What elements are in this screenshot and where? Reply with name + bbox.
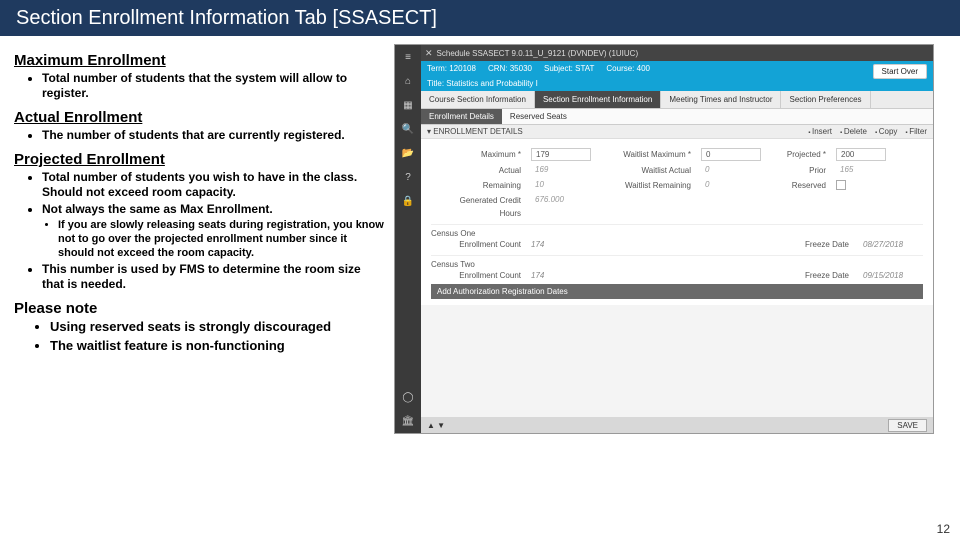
tab-section-preferences[interactable]: Section Preferences — [781, 91, 870, 108]
waitlist-max-field[interactable]: 0 — [701, 148, 761, 161]
delete-button[interactable]: Delete — [840, 127, 867, 136]
actual-enrollment-heading: Actual Enrollment — [14, 109, 384, 126]
waitlist-actual-value: 0 — [701, 164, 761, 176]
term-label: Term: 120108 — [427, 64, 476, 73]
search-icon[interactable]: 🔍 — [395, 117, 421, 141]
footer-nav-arrows[interactable]: ▲ ▼ — [427, 421, 445, 430]
slide-title: Section Enrollment Information Tab [SSAS… — [16, 7, 437, 30]
prior-label: Prior — [771, 166, 826, 175]
grid-icon[interactable]: ▦ — [395, 93, 421, 117]
section-title: ▾ ENROLLMENT DETAILS — [427, 127, 523, 136]
reserved-label: Reserved — [771, 181, 826, 190]
subtab-reserved-seats[interactable]: Reserved Seats — [502, 109, 575, 124]
institution-icon[interactable]: 🏛 — [395, 409, 421, 433]
census1-freeze-value: 08/27/2018 — [863, 240, 923, 249]
right-screenshot-column: ≡ ⌂ ▦ 🔍 📂 ? 🔒 ◯ 🏛 ✕ Schedule SSASECT 9.0… — [394, 44, 946, 434]
projected-sub-bullet: If you are slowly releasing seats during… — [58, 219, 384, 260]
waitlist-actual-label: Waitlist Actual — [601, 166, 691, 175]
start-over-button[interactable]: Start Over — [873, 64, 927, 79]
app-body: ≡ ⌂ ▦ 🔍 📂 ? 🔒 ◯ 🏛 ✕ Schedule SSASECT 9.0… — [395, 45, 933, 433]
projected-enrollment-heading: Projected Enrollment — [14, 151, 384, 168]
key-block: Term: 120108 CRN: 35030 Subject: STAT Co… — [421, 61, 933, 91]
please-note-heading: Please note — [14, 300, 384, 317]
course-label: Course: 400 — [606, 64, 650, 73]
slide-title-bar: Section Enrollment Information Tab [SSAS… — [0, 0, 960, 36]
waitlist-max-label: Waitlist Maximum * — [601, 150, 691, 159]
projected-field[interactable]: 200 — [836, 148, 886, 161]
nav-spacer — [395, 213, 421, 385]
close-tab-icon[interactable]: ✕ — [425, 48, 433, 59]
help-icon[interactable]: ? — [395, 165, 421, 189]
census1-freeze-label: Freeze Date — [779, 240, 849, 249]
tab-section-enrollment-info[interactable]: Section Enrollment Information — [535, 91, 661, 108]
crn-label: CRN: 35030 — [488, 64, 532, 73]
subject-label: Subject: STAT — [544, 64, 594, 73]
menu-icon[interactable]: ≡ — [395, 45, 421, 69]
census-one-heading: Census One — [431, 224, 923, 238]
content-row: Maximum Enrollment Total number of stude… — [0, 36, 960, 434]
folder-icon[interactable]: 📂 — [395, 141, 421, 165]
projected-bullet-1: Total number of students you wish to hav… — [42, 170, 384, 200]
home-icon[interactable]: ⌂ — [395, 69, 421, 93]
waitlist-remaining-value: 0 — [701, 179, 761, 191]
prior-value: 165 — [836, 164, 886, 176]
sub-tabs: Enrollment Details Reserved Seats — [421, 109, 933, 125]
title-label: Title: Statistics and Probability I — [427, 79, 927, 88]
left-nav-rail: ≡ ⌂ ▦ 🔍 📂 ? 🔒 ◯ 🏛 — [395, 45, 421, 433]
census1-count-label: Enrollment Count — [431, 240, 521, 249]
left-text-column: Maximum Enrollment Total number of stude… — [14, 44, 384, 434]
page-tabs: Course Section Information Section Enrol… — [421, 91, 933, 109]
tab-meeting-times[interactable]: Meeting Times and Instructor — [661, 91, 781, 108]
actual-label: Actual — [431, 166, 521, 175]
generated-credit-label: Generated Credit — [431, 196, 521, 205]
filter-button[interactable]: Filter — [905, 127, 927, 136]
app-footer: ▲ ▼ SAVE — [421, 417, 933, 433]
reserved-checkbox[interactable] — [836, 180, 846, 190]
slide-page-number: 12 — [937, 522, 950, 536]
note-bullet-2: The waitlist feature is non-functioning — [50, 338, 384, 354]
banner-app-window: ≡ ⌂ ▦ 🔍 📂 ? 🔒 ◯ 🏛 ✕ Schedule SSASECT 9.0… — [394, 44, 934, 434]
census2-freeze-value: 09/15/2018 — [863, 271, 923, 280]
lock-icon[interactable]: 🔒 — [395, 189, 421, 213]
toolbar-actions: Insert Delete Copy Filter — [808, 127, 927, 136]
window-tabstrip: ✕ Schedule SSASECT 9.0.11_U_9121 (DVNDEV… — [421, 45, 933, 61]
remaining-label: Remaining — [431, 181, 521, 190]
maximum-field[interactable]: 179 — [531, 148, 591, 161]
maximum-label: Maximum * — [431, 150, 521, 159]
remaining-value: 10 — [531, 179, 591, 191]
generated-credit-value: 676.000 — [531, 194, 601, 206]
census2-count-value: 174 — [531, 271, 591, 280]
census2-count-label: Enrollment Count — [431, 271, 521, 280]
actual-value: 169 — [531, 164, 591, 176]
note-bullet-1: Using reserved seats is strongly discour… — [50, 319, 384, 335]
waitlist-remaining-label: Waitlist Remaining — [601, 181, 691, 190]
insert-button[interactable]: Insert — [808, 127, 832, 136]
subtab-enrollment-details[interactable]: Enrollment Details — [421, 109, 502, 124]
census1-count-value: 174 — [531, 240, 591, 249]
window-tab-title: Schedule SSASECT 9.0.11_U_9121 (DVNDEV) … — [437, 49, 639, 58]
census-two-heading: Census Two — [431, 255, 923, 269]
app-main: ✕ Schedule SSASECT 9.0.11_U_9121 (DVNDEV… — [421, 45, 933, 433]
tab-course-section-info[interactable]: Course Section Information — [421, 91, 535, 108]
copy-button[interactable]: Copy — [875, 127, 897, 136]
user-icon[interactable]: ◯ — [395, 385, 421, 409]
add-auth-dates-bar[interactable]: Add Authorization Registration Dates — [431, 284, 923, 299]
projected-bullet-2: Not always the same as Max Enrollment. — [42, 202, 384, 217]
save-button[interactable]: SAVE — [888, 419, 927, 432]
max-enrollment-bullet: Total number of students that the system… — [42, 71, 384, 101]
enrollment-form: Maximum * 179 Waitlist Maximum * 0 Proje… — [421, 139, 933, 305]
census2-freeze-label: Freeze Date — [779, 271, 849, 280]
max-enrollment-heading: Maximum Enrollment — [14, 52, 384, 69]
actual-enrollment-bullet: The number of students that are currentl… — [42, 128, 384, 143]
section-toolbar: ▾ ENROLLMENT DETAILS Insert Delete Copy … — [421, 125, 933, 139]
projected-bullet-3: This number is used by FMS to determine … — [42, 262, 384, 292]
hours-label: Hours — [431, 209, 521, 218]
projected-label: Projected * — [771, 150, 826, 159]
